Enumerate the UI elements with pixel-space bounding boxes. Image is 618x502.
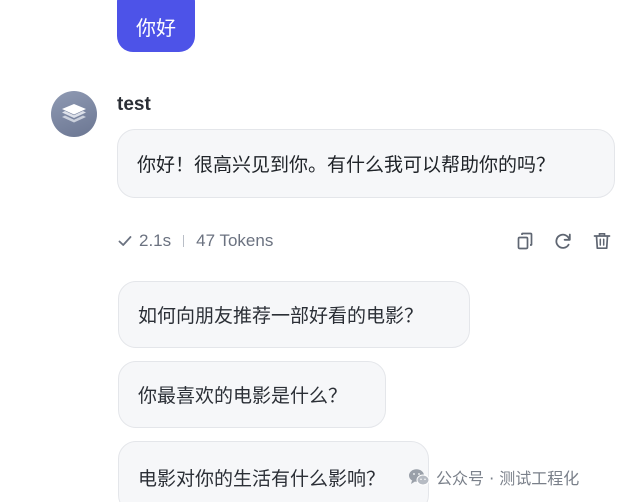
- suggestion-2[interactable]: 你最喜欢的电影是什么？: [118, 361, 386, 428]
- user-message-text: 你好: [136, 15, 176, 40]
- watermark-text: 公众号 · 测试工程化: [436, 469, 580, 488]
- bot-name: test: [117, 94, 151, 115]
- layers-icon: [62, 104, 86, 123]
- response-duration: 2.1s: [139, 231, 172, 250]
- chat-page: 你好 test 你好！很高兴见到你。有什么我可以帮助你的吗？ 2.1s 47 T…: [0, 0, 618, 502]
- bot-reply-text: 你好！很高兴见到你。有什么我可以帮助你的吗？: [137, 154, 556, 176]
- copy-button[interactable]: [513, 229, 537, 253]
- message-actions: [513, 229, 615, 253]
- refresh-icon: [555, 233, 571, 249]
- suggestion-1[interactable]: 如何向朋友推荐一部好看的电影？: [118, 281, 470, 348]
- delete-button[interactable]: [590, 229, 614, 253]
- suggestion-3[interactable]: 电影对你的生活有什么影响？: [118, 441, 429, 502]
- response-meta: 2.1s 47 Tokens: [117, 228, 273, 254]
- token-count: 47 Tokens: [196, 231, 274, 250]
- suggestion-text: 如何向朋友推荐一部好看的电影？: [138, 305, 424, 327]
- check-icon: [117, 233, 133, 249]
- suggestion-text: 你最喜欢的电影是什么？: [138, 385, 348, 407]
- suggestion-text: 电影对你的生活有什么影响？: [138, 467, 386, 490]
- wechat-icon: [408, 468, 430, 487]
- meta-divider: [183, 235, 185, 247]
- trash-icon: [593, 233, 611, 250]
- bot-avatar: [51, 91, 97, 137]
- user-message-bubble: 你好: [117, 0, 195, 52]
- bot-reply-bubble: 你好！很高兴见到你。有什么我可以帮助你的吗？: [117, 129, 615, 198]
- watermark: 公众号 · 测试工程化: [408, 465, 579, 489]
- copy-icon: [517, 232, 533, 250]
- regenerate-button[interactable]: [551, 229, 575, 253]
